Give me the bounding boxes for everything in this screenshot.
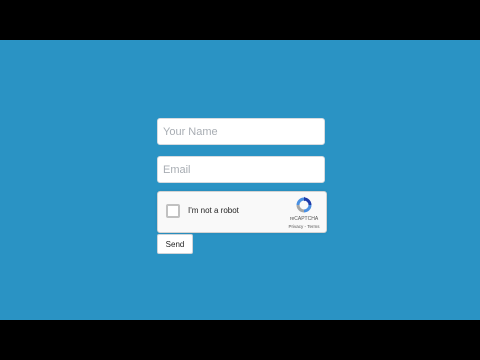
recaptcha-checkbox[interactable] <box>166 204 180 218</box>
letterbox-bottom <box>0 320 480 360</box>
recaptcha-logo-icon <box>296 196 312 213</box>
letterbox-top <box>0 0 480 40</box>
name-input[interactable] <box>157 118 325 145</box>
recaptcha-brand: reCAPTCHA <box>289 216 319 222</box>
page-background: I'm not a robot reCAPTCHA Privacy - Term… <box>0 40 480 320</box>
recaptcha-widget: I'm not a robot reCAPTCHA Privacy - Term… <box>157 191 327 233</box>
recaptcha-terms-link[interactable]: Terms <box>307 224 319 229</box>
email-input[interactable] <box>157 156 325 183</box>
recaptcha-links: Privacy - Terms <box>282 224 326 229</box>
send-button[interactable]: Send <box>157 234 193 254</box>
recaptcha-privacy-link[interactable]: Privacy <box>289 224 304 229</box>
recaptcha-label: I'm not a robot <box>188 206 239 215</box>
